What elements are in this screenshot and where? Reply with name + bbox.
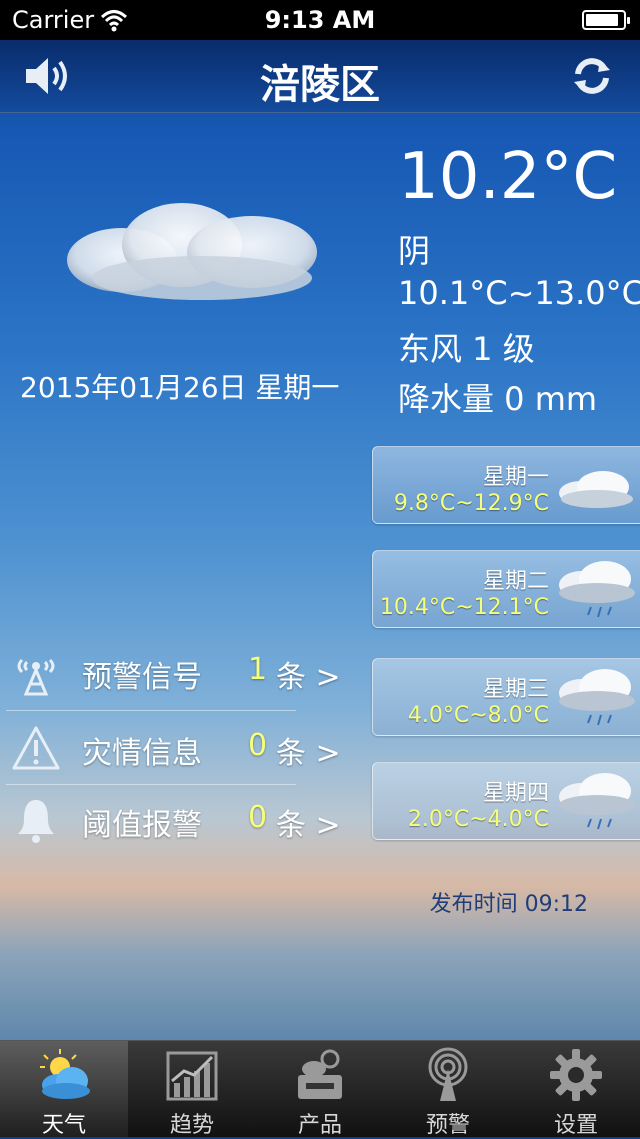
- page-title: 涪陵区: [260, 62, 380, 108]
- tab-bar: 天气 趋势 产品 预警 设置: [0, 1040, 640, 1138]
- forecast-card[interactable]: 星期三 4.0°C~8.0°C: [372, 658, 640, 736]
- forecast-card[interactable]: 星期二 10.4°C~12.1°C: [372, 550, 640, 628]
- weather-condition: 阴: [398, 232, 431, 270]
- tab-weather[interactable]: 天气: [0, 1041, 128, 1138]
- trend-chart-icon: [166, 1051, 218, 1101]
- publish-time: 发布时间 09:12: [429, 892, 588, 917]
- forecast-card[interactable]: 星期四 2.0°C~4.0°C: [372, 762, 640, 840]
- tab-label: 趋势: [169, 1113, 214, 1138]
- tab-settings[interactable]: 设置: [512, 1041, 640, 1138]
- forecast-day: 星期一: [482, 465, 549, 490]
- precipitation: 降水量 0 mm: [398, 380, 598, 418]
- alert-row-disaster-info[interactable]: 灾情信息 0 条 >: [0, 714, 360, 780]
- alert-count: 0: [248, 728, 268, 763]
- status-time: 9:13 AM: [264, 6, 376, 34]
- current-temperature: 10.2°C: [398, 140, 618, 214]
- rain-cloud-icon: [559, 669, 635, 726]
- gear-icon: [550, 1049, 602, 1101]
- rain-cloud-icon: [559, 561, 635, 618]
- signal-tower-icon: [17, 658, 55, 696]
- bell-icon: [18, 800, 54, 843]
- alert-unit: 条 >: [276, 660, 341, 695]
- alert-row-threshold-alarm[interactable]: 阈值报警 0 条 >: [0, 786, 360, 852]
- temperature-range: 10.1°C~13.0°C: [398, 274, 640, 312]
- cloudy-icon: [559, 471, 633, 508]
- divider: [6, 784, 296, 785]
- tab-label: 预警: [425, 1113, 470, 1138]
- tab-label: 设置: [553, 1113, 598, 1138]
- status-bar: Carrier 9:13 AM: [0, 0, 640, 40]
- forecast-card[interactable]: 星期一 9.8°C~12.9°C: [372, 446, 640, 524]
- alert-row-warning-signal[interactable]: 预警信号 1 条 >: [0, 638, 360, 704]
- tab-product[interactable]: 产品: [256, 1041, 384, 1138]
- alert-radar-icon: [428, 1047, 468, 1101]
- rain-cloud-icon: [559, 773, 635, 830]
- refresh-icon[interactable]: [570, 54, 614, 98]
- forecast-range: 2.0°C~4.0°C: [407, 807, 549, 832]
- forecast-range: 4.0°C~8.0°C: [407, 703, 549, 728]
- tab-alert[interactable]: 预警: [384, 1041, 512, 1138]
- divider: [6, 710, 296, 711]
- tab-label: 产品: [297, 1113, 342, 1138]
- product-icon: [298, 1049, 342, 1099]
- battery-icon: [582, 10, 630, 30]
- current-date: 2015年01月26日 星期一: [20, 371, 340, 404]
- forecast-day: 星期四: [482, 781, 549, 806]
- current-weather-cloud-icon: [67, 203, 317, 300]
- forecast-day: 星期三: [482, 677, 549, 702]
- alert-unit: 条 >: [276, 736, 341, 771]
- alert-unit: 条 >: [276, 808, 341, 843]
- warning-triangle-icon: [12, 726, 60, 770]
- tab-label: 天气: [41, 1113, 86, 1138]
- nav-bar: 涪陵区: [0, 40, 640, 113]
- forecast-range: 10.4°C~12.1°C: [379, 595, 549, 620]
- forecast-day: 星期二: [482, 569, 549, 594]
- tab-trend[interactable]: 趋势: [128, 1041, 256, 1138]
- alert-label: 灾情信息: [82, 736, 202, 771]
- weather-icon: [40, 1049, 90, 1099]
- alert-count: 0: [248, 800, 268, 835]
- alert-label: 预警信号: [82, 660, 202, 695]
- alert-label: 阈值报警: [82, 808, 202, 843]
- forecast-range: 9.8°C~12.9°C: [393, 491, 549, 516]
- alert-count: 1: [248, 652, 268, 687]
- wind-info: 东风 1 级: [398, 330, 535, 368]
- battery-level: [586, 14, 618, 26]
